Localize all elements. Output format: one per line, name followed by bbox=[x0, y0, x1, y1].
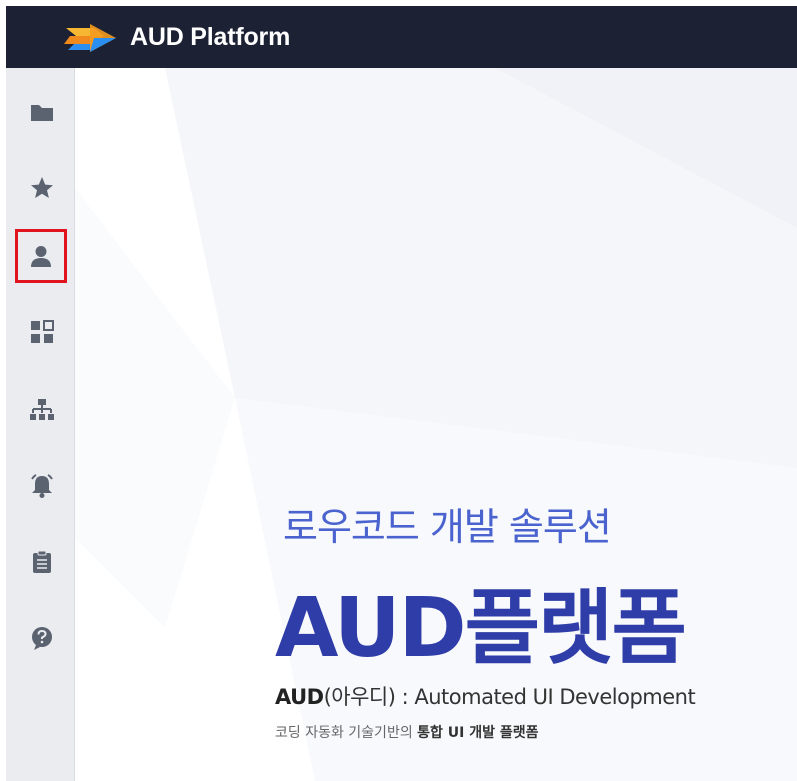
aud-logo-arrow-icon[interactable] bbox=[64, 18, 118, 58]
sidebar-item-notifications[interactable] bbox=[18, 462, 66, 510]
hero-description-rest: (아우디) : Automated UI Development bbox=[323, 685, 696, 709]
hero-tagline-strong: 통합 UI 개발 플랫폼 bbox=[417, 725, 539, 741]
sidebar-item-favorites[interactable] bbox=[18, 164, 66, 212]
top-header-bar: AUD Platform bbox=[6, 6, 797, 68]
hero-title: AUD플랫폼 bbox=[275, 581, 687, 676]
hero-description-strong: AUD bbox=[275, 685, 324, 709]
hero-tagline: 코딩 자동화 기술기반의 통합 UI 개발 플랫폼 bbox=[275, 722, 539, 742]
grid-icon bbox=[31, 320, 54, 343]
sitemap-icon bbox=[30, 399, 54, 420]
hero-tagline-plain: 코딩 자동화 기술기반의 bbox=[275, 725, 418, 741]
bell-icon bbox=[31, 474, 53, 498]
help-icon bbox=[32, 627, 52, 650]
platform-title: AUD Platform bbox=[130, 23, 291, 51]
sidebar-item-hierarchy[interactable] bbox=[18, 386, 66, 434]
left-sidebar bbox=[6, 68, 75, 781]
user-icon bbox=[31, 246, 51, 267]
sidebar-item-dashboard[interactable] bbox=[18, 308, 66, 356]
sidebar-item-help[interactable] bbox=[18, 614, 66, 662]
clipboard-icon bbox=[33, 550, 51, 573]
main-content-banner: 로우코드 개발 솔루션 AUD플랫폼 AUD(아우디) : Automated … bbox=[75, 68, 797, 781]
hero-subtitle: 로우코드 개발 솔루션 bbox=[283, 505, 612, 549]
sidebar-item-user[interactable] bbox=[15, 229, 67, 283]
sidebar-item-clipboard[interactable] bbox=[18, 538, 66, 586]
sidebar-item-folder[interactable] bbox=[18, 88, 66, 136]
folder-icon bbox=[31, 105, 53, 121]
hero-description: AUD(아우디) : Automated UI Development bbox=[275, 681, 696, 711]
star-icon bbox=[31, 177, 53, 198]
